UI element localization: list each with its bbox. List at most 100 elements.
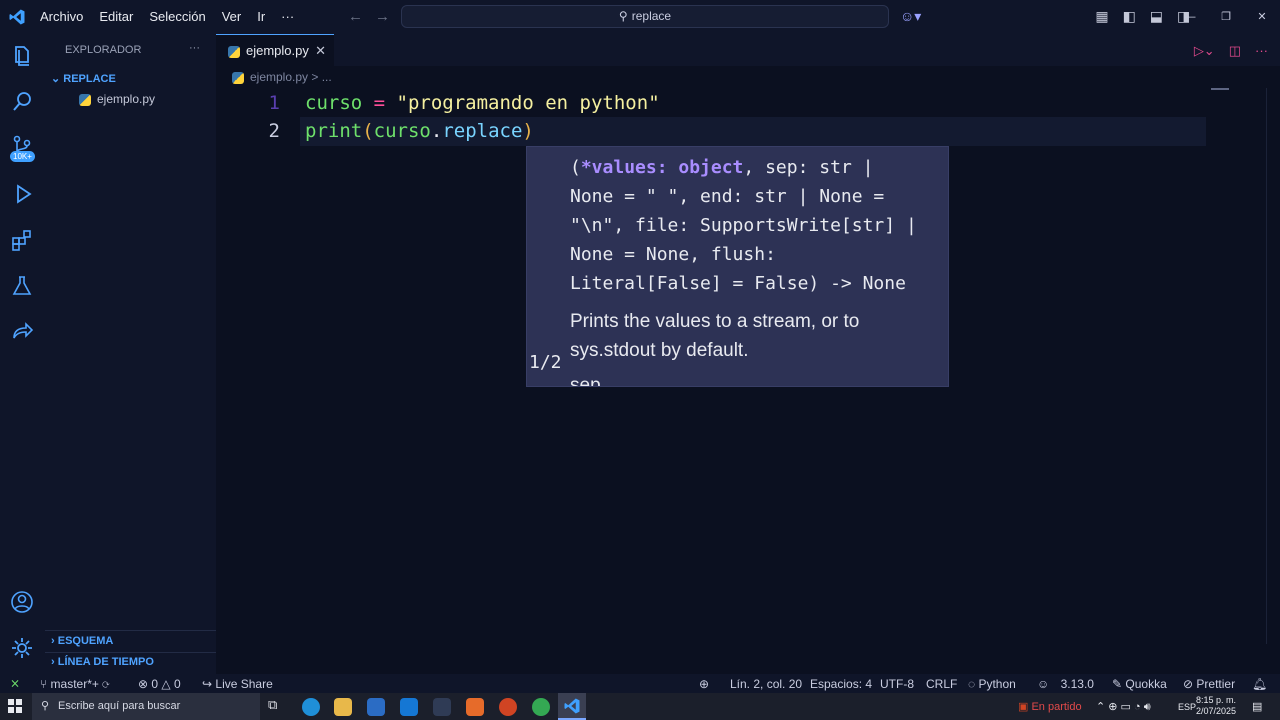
explorer-more-actions[interactable]: ···: [189, 42, 200, 54]
branch-status[interactable]: ⑂ master*+ ⟳: [40, 677, 109, 691]
signature-text: (*values: object, sep: str | None = " ",…: [570, 157, 917, 294]
settings-gear-icon[interactable]: [10, 636, 36, 662]
editor-tab-bar: ejemplo.py ✕ ▷⌄ ◫ ···: [216, 34, 1280, 66]
edge-icon[interactable]: [302, 698, 320, 716]
live-share-status[interactable]: ↪ Live Share: [202, 677, 273, 691]
layout-customize-icon[interactable]: ▦: [1095, 8, 1108, 25]
encoding-status[interactable]: UTF-8: [880, 677, 914, 691]
chrome-icon[interactable]: [532, 698, 550, 716]
active-parameter: *values: object: [580, 157, 744, 178]
status-bar: ⨯ ⑂ master*+ ⟳ ⊗ 0 △ 0 ↪ Live Share ⊕ Lí…: [0, 674, 1280, 693]
sidebar-divider: [45, 652, 216, 653]
minimap[interactable]: [1211, 88, 1229, 90]
notification-center-icon[interactable]: ▤: [1252, 700, 1262, 713]
quokka-status[interactable]: ✎ Quokka: [1112, 677, 1167, 691]
signature-doc: Prints the values to a stream, or to sys…: [570, 311, 860, 361]
close-window-icon[interactable]: ✕: [1244, 0, 1280, 34]
source-control-badge: 10K+: [10, 151, 35, 162]
explorer-title: EXPLORADOR: [65, 44, 142, 56]
folder-replace[interactable]: ⌄ REPLACE: [51, 72, 116, 85]
mail-icon[interactable]: [400, 698, 418, 716]
editor-actions: ▷⌄ ◫ ···: [1194, 43, 1268, 59]
remote-indicator-icon[interactable]: ⨯: [0, 674, 30, 693]
sports-weather-widget[interactable]: ▣ En partido: [1018, 700, 1082, 713]
prettier-status[interactable]: ⊘ Prettier: [1183, 677, 1235, 691]
python-file-icon: [232, 71, 244, 84]
toggle-panel-icon[interactable]: ⬓: [1150, 8, 1163, 25]
python-file-icon: [228, 45, 240, 58]
file-item-ejemplo[interactable]: ejemplo.py: [79, 92, 155, 106]
run-python-icon[interactable]: ▷⌄: [1194, 43, 1215, 59]
testing-flask-icon[interactable]: [10, 274, 36, 300]
language-status[interactable]: ◌ Python: [968, 677, 1016, 691]
cursor-position[interactable]: Lín. 2, col. 20: [730, 677, 802, 691]
xampp-icon[interactable]: [466, 698, 484, 716]
task-view-icon[interactable]: ⧉: [268, 697, 286, 715]
title-bar: Archivo Editar Selección Ver Ir ··· ← → ⚲…: [0, 0, 1280, 34]
outline-section[interactable]: › ESQUEMA: [51, 635, 113, 647]
sidebar-divider: [45, 630, 216, 631]
timeline-section[interactable]: › LÍNEA DE TIEMPO: [51, 656, 154, 668]
tab-ejemplo-py[interactable]: ejemplo.py ✕: [216, 34, 334, 66]
live-share-icon: ↪: [202, 677, 216, 691]
explorer-icon[interactable]: [10, 44, 36, 70]
vscode-logo-icon: [564, 698, 580, 714]
signature-doc-more: sep: [570, 375, 601, 387]
python-version-status[interactable]: ☺ 3.13.0: [1037, 677, 1094, 691]
restore-icon[interactable]: ❐: [1208, 0, 1244, 34]
menu-ver[interactable]: Ver: [222, 9, 242, 24]
zoom-icon[interactable]: ⊕: [699, 677, 709, 691]
nav-arrows: ← →: [348, 8, 402, 25]
search-icon: ⚲: [618, 9, 628, 23]
menu-editar[interactable]: Editar: [99, 9, 133, 24]
more-actions-icon[interactable]: ···: [1255, 43, 1268, 59]
vscode-taskbar-button[interactable]: [558, 693, 586, 720]
taskbar-search[interactable]: ⚲ Escribe aquí para buscar: [32, 693, 260, 720]
extensions-icon[interactable]: [10, 228, 36, 254]
code-text: print(curso.replace): [305, 120, 534, 142]
terminal-icon[interactable]: [433, 698, 451, 716]
live-share-icon[interactable]: [10, 320, 36, 346]
toggle-sidebar-icon[interactable]: ◧: [1123, 8, 1136, 25]
breadcrumb-rest[interactable]: > ...: [311, 70, 331, 84]
powerpoint-icon[interactable]: [499, 698, 517, 716]
menu-bar: Archivo Editar Selección Ver Ir ···: [40, 9, 310, 24]
store-icon[interactable]: [367, 698, 385, 716]
breadcrumb-file[interactable]: ejemplo.py: [250, 70, 308, 84]
back-arrow-icon[interactable]: ←: [348, 8, 363, 25]
problems-status[interactable]: ⊗ 0 △ 0: [138, 677, 181, 691]
prettier-icon: ⊘: [1183, 677, 1197, 691]
split-editor-icon[interactable]: ◫: [1229, 43, 1241, 59]
menu-archivo[interactable]: Archivo: [40, 9, 83, 24]
loading-icon: ◌: [968, 677, 979, 691]
copilot-icon[interactable]: ☺▾: [900, 8, 921, 25]
menu-more[interactable]: ···: [281, 9, 294, 24]
close-tab-icon[interactable]: ✕: [315, 43, 326, 59]
search-view-icon[interactable]: [10, 90, 36, 116]
account-icon[interactable]: [10, 590, 36, 616]
editor-scrollbar[interactable]: [1266, 88, 1280, 644]
windows-start-icon[interactable]: [8, 699, 22, 713]
run-debug-icon[interactable]: [10, 182, 36, 208]
command-center-search[interactable]: ⚲ replace: [401, 5, 889, 28]
menu-ir[interactable]: Ir: [257, 9, 265, 24]
error-icon: ⊗: [138, 677, 152, 691]
notifications-bell-icon[interactable]: 🔔︎: [1252, 677, 1267, 691]
window-controls: — ❐ ✕: [1172, 0, 1280, 34]
chevron-down-icon: ⌄: [51, 73, 64, 85]
menu-seleccion[interactable]: Selección: [149, 9, 205, 24]
input-language[interactable]: ESP: [1178, 702, 1196, 712]
signature-help-popup[interactable]: (*values: object, sep: str | None = " ",…: [526, 146, 949, 387]
tray-icons[interactable]: ⌃ ⊕ ▭ ◔ 🔊︎: [1096, 700, 1151, 714]
forward-arrow-icon[interactable]: →: [375, 8, 390, 25]
code-text: curso = "programando en python": [305, 92, 660, 114]
branch-icon: ⑂: [40, 677, 51, 691]
search-icon: ⚲: [41, 700, 50, 712]
overload-counter[interactable]: 1/2: [529, 352, 562, 373]
indentation-status[interactable]: Espacios: 4: [810, 677, 872, 691]
eol-status[interactable]: CRLF: [926, 677, 957, 691]
minimize-icon[interactable]: —: [1172, 0, 1208, 34]
file-explorer-icon[interactable]: [334, 698, 352, 716]
chevron-right-icon: ›: [51, 656, 58, 668]
taskbar-clock[interactable]: 8:15 p. m. 2/07/2025: [1196, 695, 1236, 717]
